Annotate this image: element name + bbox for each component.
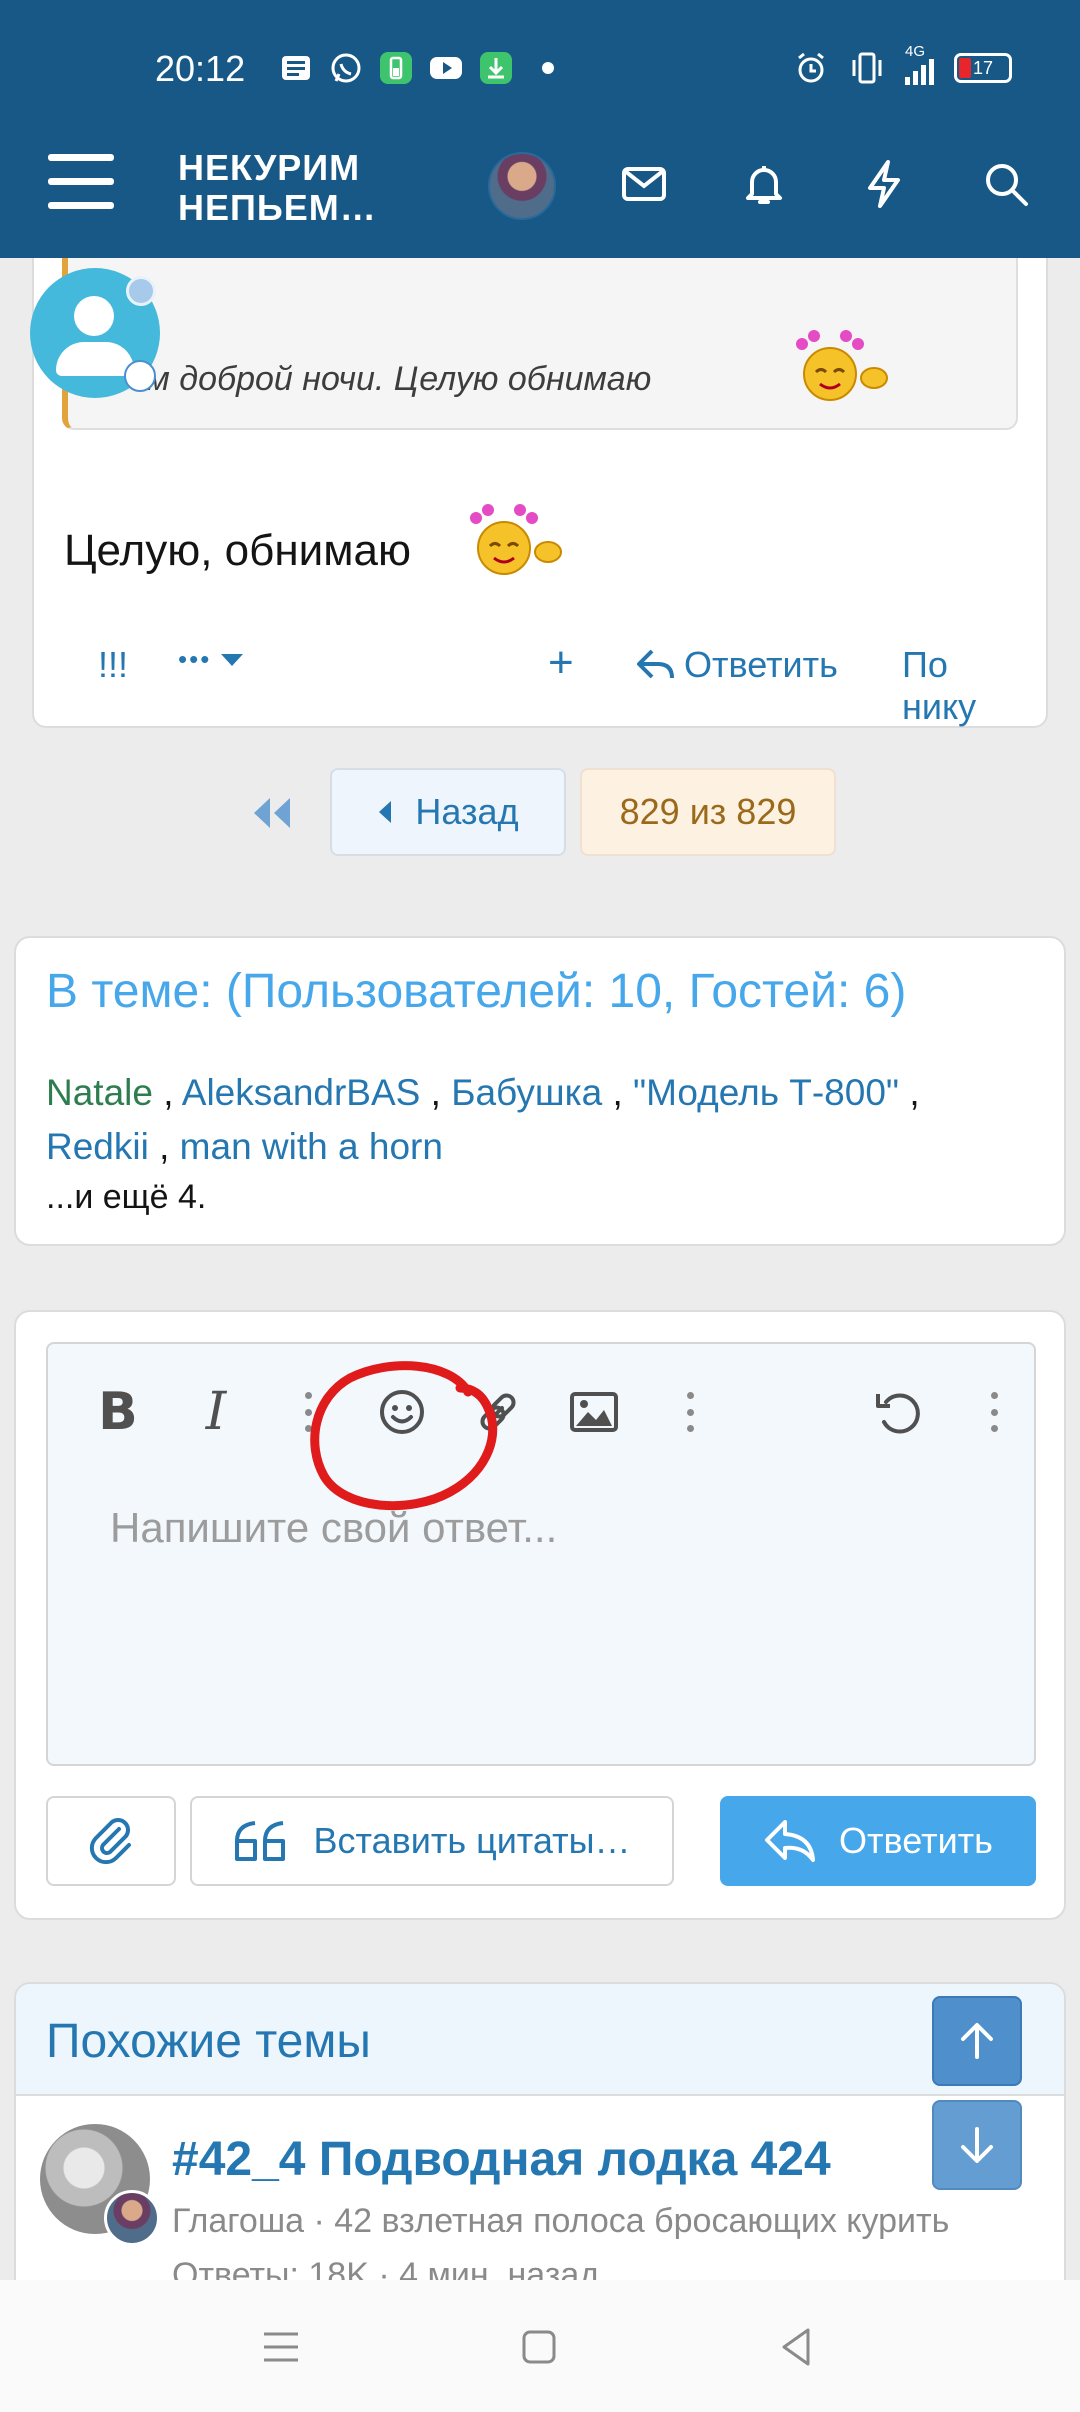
quote-block: ем доброй ночи. Целую обнимаю bbox=[62, 258, 1018, 430]
vibrate-icon bbox=[852, 52, 882, 84]
status-time: 20:12 bbox=[155, 48, 246, 89]
similar-threads-title: Похожие темы bbox=[46, 2015, 371, 2068]
whatsapp-icon bbox=[331, 53, 361, 83]
undo-icon[interactable] bbox=[866, 1380, 930, 1444]
inbox-icon[interactable] bbox=[614, 154, 674, 214]
reply-editor[interactable]: B I Напишите свой ответ... bbox=[46, 1342, 1036, 1766]
home-icon[interactable] bbox=[514, 2322, 564, 2372]
online-users-title: В теме: (Пользователей: 10, Гостей: 6) bbox=[46, 965, 907, 1018]
site-header: НЕКУРИМ НЕПЬЕМ… bbox=[0, 140, 1080, 258]
post-card: ем доброй ночи. Целую обнимаю Целую, обн… bbox=[32, 258, 1048, 728]
thread-title-link[interactable]: #42_4 Подводная лодка 424 bbox=[172, 2132, 831, 2187]
thread-stats: Ответы: 18K · 4 мин. назад bbox=[172, 2256, 600, 2282]
last-poster-avatar[interactable] bbox=[104, 2190, 160, 2246]
youtube-icon bbox=[430, 57, 462, 79]
status-bar: 20:12 4G 17 bbox=[0, 40, 1080, 100]
hug-smiley-icon bbox=[796, 330, 888, 401]
quote-icon bbox=[235, 1821, 286, 1861]
download-icon bbox=[480, 52, 512, 84]
quick-reply-card: B I Напишите свой ответ... Вставить цита… bbox=[14, 1310, 1066, 1920]
current-page-button[interactable]: 829 из 829 bbox=[580, 768, 836, 856]
user-link[interactable]: "Модель Т-800" bbox=[633, 1072, 899, 1113]
recent-apps-icon[interactable] bbox=[256, 2322, 306, 2372]
add-button[interactable]: + bbox=[548, 638, 574, 688]
site-logo-title[interactable]: НЕКУРИМ НЕПЬЕМ… bbox=[178, 148, 377, 228]
insert-quotes-button[interactable]: Вставить цитаты… bbox=[190, 1796, 674, 1886]
paperclip-icon bbox=[89, 1818, 131, 1865]
user-avatar[interactable] bbox=[488, 152, 556, 220]
report-button[interactable]: !!! bbox=[98, 644, 128, 686]
italic-button[interactable]: I bbox=[184, 1380, 248, 1444]
message-badge-icon bbox=[124, 360, 156, 392]
bell-icon[interactable] bbox=[734, 154, 794, 214]
first-page-icon[interactable] bbox=[248, 788, 298, 838]
bold-button[interactable]: B bbox=[86, 1380, 150, 1444]
by-nick-button[interactable]: По нику bbox=[902, 644, 1024, 728]
insert-quotes-label: Вставить цитаты… bbox=[313, 1820, 631, 1861]
editor-options-icon[interactable] bbox=[962, 1380, 1026, 1444]
pagination: Назад 829 из 829 bbox=[0, 768, 1080, 856]
alarm-icon bbox=[798, 52, 824, 83]
reply-label: Ответить bbox=[684, 644, 838, 685]
user-link[interactable]: Natale bbox=[46, 1072, 153, 1113]
arrow-up-icon bbox=[961, 2023, 993, 2059]
news-icon bbox=[282, 56, 310, 80]
more-notifications-dot bbox=[542, 62, 554, 74]
prev-page-label: Назад bbox=[415, 791, 519, 832]
similar-threads-header: Похожие темы bbox=[16, 1984, 1064, 2096]
thread-meta: Глагоша · 42 взлетная полоса бросающих к… bbox=[172, 2202, 950, 2240]
image-icon[interactable] bbox=[562, 1380, 626, 1444]
caret-left-icon bbox=[379, 801, 392, 823]
scroll-bottom-button[interactable] bbox=[932, 2100, 1022, 2190]
more-users-text: ...и ещё 4. bbox=[46, 1178, 207, 1216]
notification-icons bbox=[278, 50, 554, 86]
menu-icon[interactable] bbox=[48, 154, 114, 214]
quote-text: ем доброй ночи. Целую обнимаю bbox=[128, 360, 652, 398]
prev-page-button[interactable]: Назад bbox=[330, 768, 566, 856]
caret-down-icon bbox=[221, 653, 244, 666]
hug-smiley-icon bbox=[470, 504, 562, 575]
reply-button[interactable]: Ответить bbox=[636, 644, 838, 686]
site-title-line2: НЕПЬЕМ… bbox=[178, 187, 377, 228]
online-indicator bbox=[126, 276, 156, 306]
back-icon[interactable] bbox=[772, 2322, 822, 2372]
battery-level: 17 bbox=[972, 57, 994, 78]
online-users-list: Natale , AleksandrBAS , Бабушка , "Модел… bbox=[46, 1072, 920, 1167]
submit-reply-button[interactable]: Ответить bbox=[720, 1796, 1036, 1886]
attach-files-button[interactable] bbox=[46, 1796, 176, 1886]
site-title-line1: НЕКУРИМ bbox=[178, 147, 361, 188]
similar-threads-card: Похожие темы #42_4 Подводная лодка 424 Г… bbox=[14, 1982, 1066, 2282]
network-signal-icon: 4G bbox=[905, 43, 934, 85]
search-icon[interactable] bbox=[976, 154, 1036, 214]
lightning-icon[interactable] bbox=[854, 154, 914, 214]
more-options-label: ••• bbox=[178, 644, 212, 674]
more-options-button[interactable]: ••• bbox=[178, 644, 245, 675]
arrow-down-icon bbox=[961, 2127, 993, 2163]
system-navigation-bar bbox=[0, 2280, 1080, 2412]
app-header-bar: 20:12 4G 17 НЕКУРИМ НЕПЬЕМ… bbox=[0, 0, 1080, 258]
more-insert-icon[interactable] bbox=[658, 1380, 722, 1444]
network-type: 4G bbox=[905, 43, 926, 60]
floating-profile-avatar[interactable] bbox=[30, 268, 160, 398]
post-text: Целую, обнимаю bbox=[64, 526, 411, 575]
user-link[interactable]: Бабушка bbox=[451, 1072, 602, 1113]
scroll-top-button[interactable] bbox=[932, 1996, 1022, 2086]
battery-saver-icon bbox=[380, 52, 412, 84]
online-users-card: В теме: (Пользователей: 10, Гостей: 6) N… bbox=[14, 936, 1066, 1246]
user-link[interactable]: man with a horn bbox=[180, 1126, 443, 1167]
user-link[interactable]: AleksandrBAS bbox=[182, 1072, 421, 1113]
submit-reply-label: Ответить bbox=[839, 1820, 993, 1861]
battery-icon: 17 bbox=[954, 53, 1012, 83]
red-annotation-circle bbox=[310, 1361, 498, 1511]
system-icons: 4G 17 bbox=[793, 43, 1012, 86]
post-actions: !!! ••• + Ответить По нику bbox=[64, 636, 1024, 727]
user-link[interactable]: Redkii bbox=[46, 1126, 149, 1167]
reply-icon bbox=[765, 1820, 816, 1862]
reply-icon bbox=[637, 649, 674, 679]
